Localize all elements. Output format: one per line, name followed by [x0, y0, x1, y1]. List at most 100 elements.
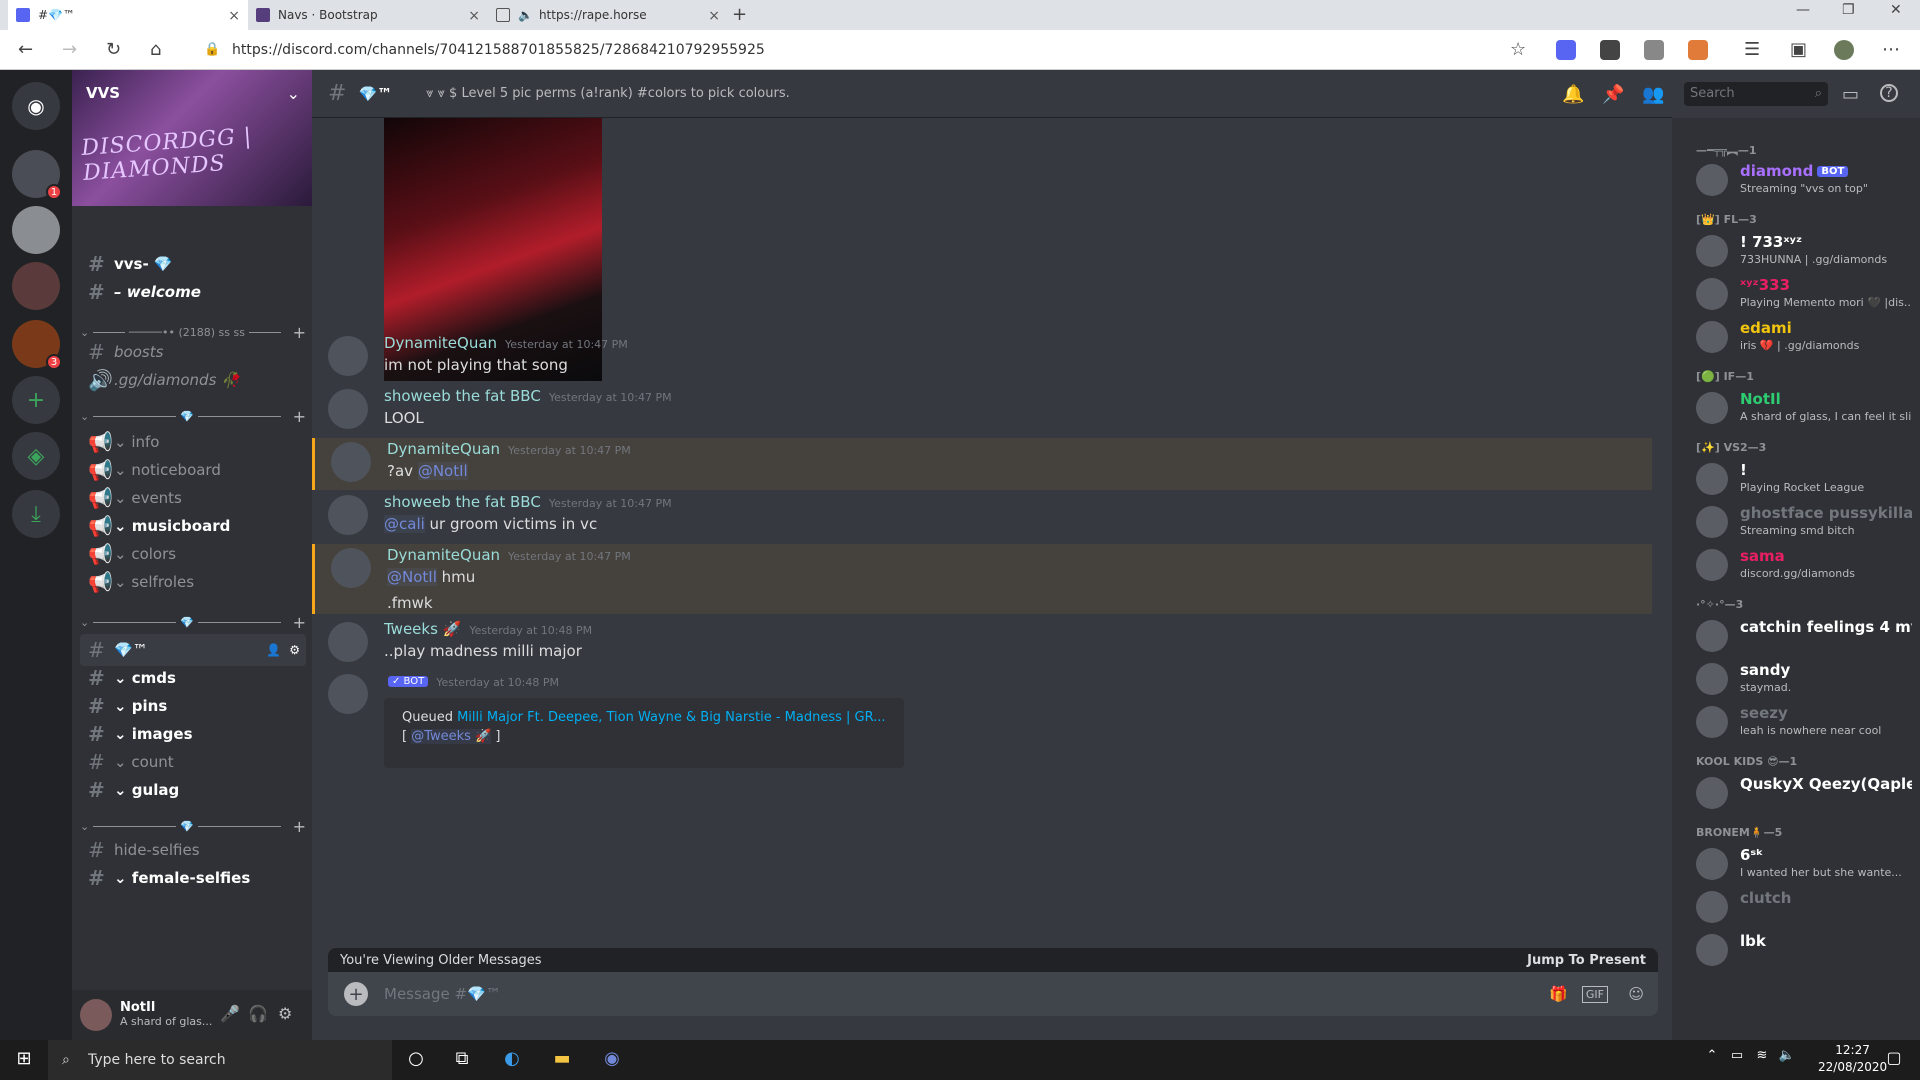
- channel-category[interactable]: ⌄ 💎 +: [80, 612, 306, 632]
- add-channel-icon[interactable]: +: [293, 407, 306, 426]
- message-author[interactable]: showeeb the fat BBC Yesterday at 10:47 PM: [384, 387, 672, 405]
- user-mention[interactable]: @Tweeks 🚀: [411, 729, 492, 744]
- chat-message[interactable]: DynamiteQuan Yesterday at 10:47 PM im not …: [312, 332, 1652, 384]
- avatar[interactable]: [80, 999, 112, 1031]
- message-author[interactable]: DynamiteQuan Yesterday at 10:47 PM: [384, 334, 628, 352]
- settings-gear-icon[interactable]: ⚙: [278, 1004, 292, 1023]
- taskbar-clock[interactable]: 12:27 22/08/2020: [1818, 1042, 1887, 1076]
- add-server-icon[interactable]: +: [12, 376, 60, 424]
- member-item[interactable]: QuskyX Qeezy(Qaple): [1688, 773, 1912, 815]
- user-mention[interactable]: @NotIl: [387, 568, 437, 586]
- collections-icon[interactable]: ▣: [1790, 39, 1807, 60]
- gift-icon[interactable]: 🎁: [1549, 985, 1568, 1003]
- star-icon[interactable]: ☆: [1510, 39, 1526, 60]
- discord-home-icon[interactable]: ◉: [12, 82, 60, 130]
- cortana-icon[interactable]: ○: [404, 1048, 428, 1072]
- member-item[interactable]: edami iris 💔 | .gg/diamonds: [1688, 317, 1912, 359]
- member-item[interactable]: clutch: [1688, 887, 1912, 929]
- server-icon[interactable]: 3: [12, 320, 62, 370]
- member-item[interactable]: catchin feelings 4 my l...: [1688, 616, 1912, 658]
- edge-browser-icon[interactable]: ◐: [500, 1048, 524, 1072]
- message-author[interactable]: Tweeks 🚀 Yesterday at 10:48 PM: [384, 620, 592, 638]
- chat-message[interactable]: DynamiteQuan Yesterday at 10:47 PM ?av @No…: [312, 438, 1652, 490]
- browser-tab-discord[interactable]: #💎™ ×: [8, 0, 248, 30]
- menu-dots-icon[interactable]: ⋯: [1882, 39, 1900, 60]
- jump-to-present-button[interactable]: Jump To Present: [1527, 953, 1646, 968]
- emoji-icon[interactable]: ☺: [1628, 985, 1644, 1003]
- add-channel-icon[interactable]: +: [293, 817, 306, 836]
- member-item[interactable]: NotIl A shard of glass, I can feel it sli…: [1688, 388, 1912, 430]
- server-icon[interactable]: [12, 206, 60, 254]
- channel-settings-icon[interactable]: ⚙: [289, 643, 300, 657]
- user-mention[interactable]: @cali: [384, 515, 425, 533]
- member-item[interactable]: ! 733ˣʸᶻ 733HUNNA | .gg/diamonds: [1688, 231, 1912, 273]
- shield-icon[interactable]: [1600, 40, 1620, 60]
- avatar[interactable]: [328, 336, 368, 376]
- extension-icon[interactable]: [1556, 40, 1576, 60]
- headphones-icon[interactable]: 🎧: [248, 1004, 268, 1023]
- color-picker-icon[interactable]: [1688, 40, 1708, 60]
- invite-icon[interactable]: 👤: [266, 643, 281, 657]
- avatar[interactable]: [331, 442, 371, 482]
- member-item[interactable]: sama discord.gg/diamonds: [1688, 545, 1912, 587]
- close-window-icon[interactable]: ✕: [1890, 2, 1902, 18]
- chat-message[interactable]: DynamiteQuan Yesterday at 10:47 PM @NotIl …: [312, 544, 1652, 614]
- volume-icon[interactable]: 🔈: [1775, 1048, 1799, 1072]
- home-icon[interactable]: ⌂: [150, 39, 161, 60]
- chat-message[interactable]: Tweeks 🚀 Yesterday at 10:48 PM ..play madn…: [312, 618, 1652, 670]
- member-item[interactable]: diamond BOT Streaming "vvs on top": [1688, 160, 1912, 202]
- browser-tab-page[interactable]: 🔈 https://rape.horse ×: [488, 0, 728, 30]
- close-tab-icon[interactable]: ×: [708, 8, 720, 24]
- avatar[interactable]: [328, 389, 368, 429]
- avatar[interactable]: [331, 548, 371, 588]
- back-icon[interactable]: ←: [18, 39, 33, 60]
- add-channel-icon[interactable]: +: [293, 613, 306, 632]
- mute-icon[interactable]: 🎤: [220, 1004, 240, 1023]
- task-view-icon[interactable]: ⧉: [450, 1048, 474, 1072]
- discord-app-icon[interactable]: ◉: [600, 1048, 624, 1072]
- avatar[interactable]: [328, 495, 368, 535]
- server-banner[interactable]: VVS DISCORDGG | DIAMONDS ⌄: [72, 70, 312, 206]
- chat-message[interactable]: ✓ BOT Yesterday at 10:48 PM Queued Milli M…: [312, 670, 1652, 770]
- chevron-down-icon[interactable]: ⌄: [287, 84, 300, 103]
- favorites-icon[interactable]: ☰: [1744, 39, 1760, 60]
- address-bar[interactable]: 🔒 https://discord.com/channels/704121588…: [190, 36, 1530, 64]
- member-item[interactable]: seezy leah is nowhere near cool: [1688, 702, 1912, 744]
- channel-category[interactable]: ⌄ 💎 +: [80, 406, 306, 426]
- channel-item[interactable]: 🔊 .gg/diamonds 🥀: [80, 364, 306, 396]
- shield-check-icon[interactable]: [1644, 40, 1664, 60]
- channel-item[interactable]: # ⌄ female-selfies: [80, 862, 306, 894]
- member-item[interactable]: ! Playing Rocket League: [1688, 459, 1912, 501]
- server-icon[interactable]: 1: [12, 150, 62, 200]
- search-input[interactable]: Search ⌕: [1684, 82, 1828, 106]
- member-item[interactable]: 6ˢᵏ I wanted her but she wante...: [1688, 844, 1912, 886]
- channel-item[interactable]: # – welcome: [80, 276, 306, 308]
- notifications-icon[interactable]: ▢: [1882, 1048, 1906, 1072]
- chat-message[interactable]: showeeb the fat BBC Yesterday at 10:47 PM…: [312, 385, 1652, 437]
- message-author[interactable]: DynamiteQuan Yesterday at 10:47 PM: [387, 440, 631, 458]
- avatar[interactable]: [328, 674, 368, 714]
- member-item[interactable]: sandy staymad.: [1688, 659, 1912, 701]
- inbox-icon[interactable]: ▭: [1842, 84, 1859, 105]
- chat-message[interactable]: showeeb the fat BBC Yesterday at 10:47 PM…: [312, 491, 1652, 543]
- channel-category[interactable]: ⌄ 💎 +: [80, 816, 306, 836]
- file-explorer-icon[interactable]: ▬: [550, 1048, 574, 1072]
- help-icon[interactable]: ?: [1880, 84, 1898, 102]
- restore-icon[interactable]: ❐: [1842, 2, 1855, 18]
- user-mention[interactable]: @NotIl: [417, 462, 468, 480]
- wifi-icon[interactable]: ≋: [1750, 1048, 1774, 1072]
- server-icon-vvs[interactable]: [12, 262, 60, 310]
- member-item[interactable]: lbk: [1688, 930, 1912, 972]
- channel-item[interactable]: 📢 ⌄ selfroles: [80, 566, 306, 598]
- embed-link[interactable]: Milli Major Ft. Deepee, Tion Wayne & Big…: [457, 710, 885, 725]
- gif-icon[interactable]: GIF: [1581, 985, 1608, 1003]
- close-tab-icon[interactable]: ×: [468, 8, 480, 24]
- browser-tab-bootstrap[interactable]: Navs · Bootstrap ×: [248, 0, 488, 30]
- member-item[interactable]: ˣʸᶻ333 Playing Memento mori 🖤 |dis...: [1688, 274, 1912, 316]
- explore-icon[interactable]: ◈: [12, 432, 60, 480]
- taskbar-search-input[interactable]: ⌕ Type here to search: [48, 1040, 392, 1080]
- forward-icon[interactable]: →: [62, 39, 77, 60]
- members-icon[interactable]: 👥: [1642, 84, 1664, 105]
- message-author[interactable]: showeeb the fat BBC Yesterday at 10:47 PM: [384, 493, 672, 511]
- reload-icon[interactable]: ↻: [106, 39, 121, 60]
